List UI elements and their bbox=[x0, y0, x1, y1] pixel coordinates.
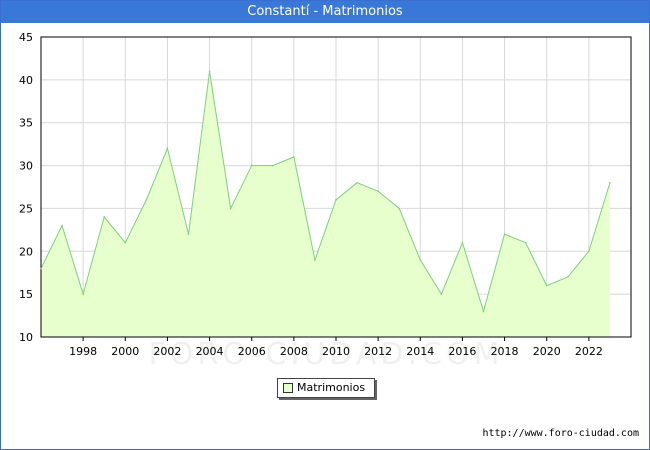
data-point-2013 bbox=[398, 207, 401, 210]
source-url: http://www.foro-ciudad.com bbox=[482, 428, 639, 439]
data-point-2014 bbox=[419, 259, 422, 261]
y-tick-label: 30 bbox=[19, 160, 33, 173]
data-point-2002 bbox=[166, 147, 169, 150]
legend-label-matrimonios: Matrimonios bbox=[297, 381, 366, 394]
data-point-2023 bbox=[609, 181, 611, 184]
chart-frame: Constantí - Matrimonios FORO-CIUDAD.COM … bbox=[0, 0, 650, 450]
data-point-2003 bbox=[187, 233, 190, 235]
data-point-2019 bbox=[524, 241, 527, 244]
x-tick-label: 1998 bbox=[69, 345, 97, 358]
data-point-2010 bbox=[335, 199, 337, 201]
y-tick-label: 25 bbox=[19, 202, 33, 215]
data-point-2015 bbox=[440, 293, 443, 295]
data-point-2009 bbox=[314, 259, 316, 261]
data-point-2018 bbox=[503, 233, 506, 235]
data-point-2004 bbox=[208, 70, 211, 73]
legend-swatch-matrimonios bbox=[283, 383, 293, 393]
data-point-2022 bbox=[588, 250, 590, 253]
x-tick-label: 2018 bbox=[491, 345, 519, 358]
data-point-2006 bbox=[250, 164, 253, 167]
y-axis-ticks: 10 15 20 25 30 35 40 45 bbox=[19, 31, 33, 344]
x-tick-label: 2016 bbox=[448, 345, 476, 358]
data-point-1996 bbox=[40, 267, 42, 270]
data-point-2000 bbox=[124, 241, 127, 244]
y-tick-label: 45 bbox=[19, 31, 33, 44]
data-point-1998 bbox=[82, 293, 84, 295]
data-point-1999 bbox=[103, 216, 106, 218]
data-point-2005 bbox=[229, 207, 232, 210]
x-tick-label: 2022 bbox=[575, 345, 603, 358]
data-point-2016 bbox=[461, 241, 464, 244]
x-tick-label: 2002 bbox=[153, 345, 181, 358]
data-point-2017 bbox=[482, 310, 485, 313]
x-tick-label: 2006 bbox=[238, 345, 266, 358]
data-point-2012 bbox=[377, 190, 379, 193]
x-tick-label: 2008 bbox=[280, 345, 308, 358]
y-tick-label: 40 bbox=[19, 74, 33, 87]
legend: Matrimonios bbox=[277, 378, 375, 398]
data-point-2001 bbox=[145, 199, 148, 201]
data-point-1997 bbox=[61, 224, 63, 227]
data-point-2021 bbox=[566, 276, 569, 278]
x-tick-label: 2014 bbox=[406, 345, 434, 358]
y-tick-label: 10 bbox=[19, 331, 33, 344]
series-area-matrimonios bbox=[41, 71, 610, 337]
x-tick-label: 2012 bbox=[364, 345, 392, 358]
x-tick-label: 2010 bbox=[322, 345, 350, 358]
y-tick-label: 35 bbox=[19, 117, 33, 130]
y-tick-label: 20 bbox=[19, 245, 33, 258]
data-point-2020 bbox=[545, 284, 548, 287]
y-tick-label: 15 bbox=[19, 288, 33, 301]
data-point-2008 bbox=[293, 156, 295, 158]
x-tick-label: 2004 bbox=[196, 345, 224, 358]
data-point-2011 bbox=[356, 181, 358, 184]
x-tick-label: 2020 bbox=[533, 345, 561, 358]
x-tick-label: 2000 bbox=[111, 345, 139, 358]
data-point-2007 bbox=[271, 164, 274, 167]
